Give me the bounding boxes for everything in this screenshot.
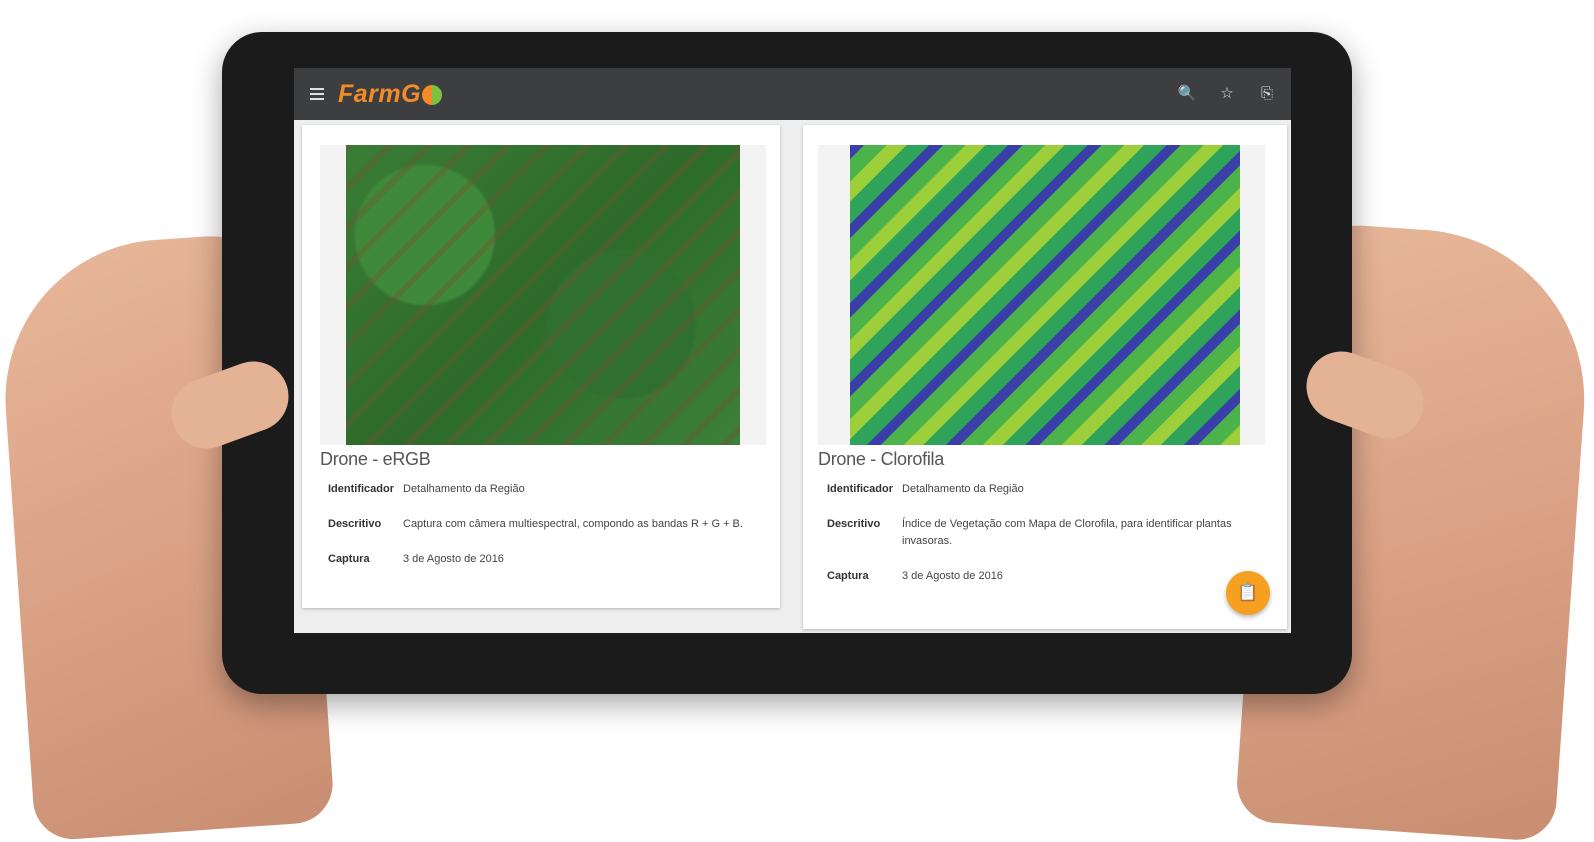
property-value: Detalhamento da Região [902,483,1024,495]
property-row: Descritivo Índice de Vegetação com Mapa … [827,516,1267,550]
drone-ergb-image[interactable] [346,145,740,445]
property-value: Captura com câmera multiespectral, compo… [403,518,743,530]
clipboard-icon[interactable]: 📋 [1226,571,1270,615]
logo-o-icon [422,85,443,105]
property-label: Identificador [827,483,894,495]
card-title: Drone - eRGB [320,449,431,469]
property-row: Identificador Detalhamento da Região [827,481,1267,498]
star-icon[interactable]: ☆ [1217,84,1237,104]
property-label: Captura [328,553,370,565]
exit-icon[interactable]: ⎘ [1257,84,1277,104]
card-ergb: Drone - eRGB Identificador Detalhamento … [302,125,780,608]
property-row: Captura 3 de Agosto de 2016 [328,551,760,568]
property-row: Descritivo Captura com câmera multiespec… [328,516,760,533]
drone-clorofila-image[interactable] [850,145,1240,445]
card-title: Drone - Clorofila [818,449,944,469]
property-value: Índice de Vegetação com Mapa de Clorofil… [902,518,1232,547]
image-frame [320,145,766,445]
tablet-frame: FarmG 🔍 ☆ ⎘ Drone - eRGB Identificador D… [222,32,1352,694]
property-row: Captura 3 de Agosto de 2016 [827,568,1267,585]
property-label: Captura [827,570,869,582]
card-clorofila: Drone - Clorofila Identificador Detalham… [803,125,1287,629]
card-properties: Identificador Detalhamento da Região Des… [827,481,1267,603]
property-label: Descritivo [328,518,382,530]
toolbar-actions: 🔍 ☆ ⎘ [1157,84,1277,104]
image-frame [818,145,1265,445]
property-value: 3 de Agosto de 2016 [403,553,504,565]
app-bar: FarmG 🔍 ☆ ⎘ [294,68,1291,120]
logo-text: FarmG [338,79,422,108]
app-logo: FarmG [338,79,443,109]
property-label: Descritivo [827,518,881,530]
tablet-screen: FarmG 🔍 ☆ ⎘ Drone - eRGB Identificador D… [294,68,1291,633]
menu-icon[interactable] [310,88,324,100]
property-label: Identificador [328,483,395,495]
property-row: Identificador Detalhamento da Região [328,481,760,498]
property-value: Detalhamento da Região [403,483,525,495]
card-properties: Identificador Detalhamento da Região Des… [328,481,760,586]
search-icon[interactable]: 🔍 [1177,84,1197,104]
property-value: 3 de Agosto de 2016 [902,570,1003,582]
